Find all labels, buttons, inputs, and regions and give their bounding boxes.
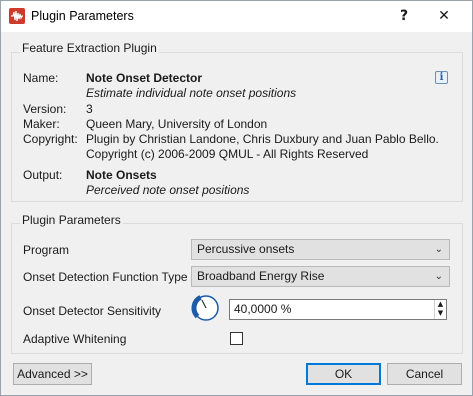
sensitivity-knob[interactable] xyxy=(191,291,221,323)
copyright-line-2: Copyright (c) 2006-2009 QMUL - All Right… xyxy=(86,147,369,161)
chevron-down-icon: ⌄ xyxy=(434,244,443,255)
feature-group-title: Feature Extraction Plugin xyxy=(20,41,159,55)
odf-type-label: Onset Detection Function Type xyxy=(23,270,188,284)
plugin-parameters-dialog: Plugin Parameters ? ✕ Feature Extraction… xyxy=(0,0,473,396)
odf-type-selected-value: Broadband Energy Rise xyxy=(197,269,325,283)
adaptive-whitening-label: Adaptive Whitening xyxy=(23,332,127,346)
program-label: Program xyxy=(23,243,70,257)
output-description: Perceived note onset positions xyxy=(86,183,250,197)
output-label: Output: xyxy=(23,168,63,182)
help-button[interactable]: ? xyxy=(391,5,417,27)
version-label: Version: xyxy=(23,102,67,116)
sensitivity-spinbox[interactable]: 40,0000 % ▲ ▼ xyxy=(229,299,447,320)
close-button[interactable]: ✕ xyxy=(431,5,457,27)
sensitivity-value: 40,0000 % xyxy=(234,302,292,316)
params-group-title: Plugin Parameters xyxy=(20,213,123,227)
window-title: Plugin Parameters xyxy=(31,9,134,23)
info-icon[interactable]: i xyxy=(435,71,448,84)
maker-value: Queen Mary, University of London xyxy=(86,117,268,131)
copyright-line-1: Plugin by Christian Landone, Chris Duxbu… xyxy=(86,132,439,146)
spin-down-icon[interactable]: ▼ xyxy=(435,309,446,318)
program-selected-value: Percussive onsets xyxy=(197,242,295,256)
ok-button[interactable]: OK xyxy=(306,363,381,385)
plugin-description: Estimate individual note onset positions xyxy=(86,86,297,100)
spin-up-icon[interactable]: ▲ xyxy=(435,300,446,309)
chevron-down-icon: ⌄ xyxy=(434,271,443,282)
maker-label: Maker: xyxy=(23,117,60,131)
plugin-name: Note Onset Detector xyxy=(86,71,203,85)
copyright-label: Copyright: xyxy=(23,132,78,146)
waveform-app-icon xyxy=(9,8,25,24)
title-bar[interactable]: Plugin Parameters ? ✕ xyxy=(1,1,472,32)
advanced-button[interactable]: Advanced >> xyxy=(13,363,92,385)
spin-buttons: ▲ ▼ xyxy=(434,300,446,319)
cancel-button[interactable]: Cancel xyxy=(387,363,462,385)
sensitivity-label: Onset Detector Sensitivity xyxy=(23,304,162,318)
program-dropdown[interactable]: Percussive onsets ⌄ xyxy=(191,239,450,260)
odf-type-dropdown[interactable]: Broadband Energy Rise ⌄ xyxy=(191,266,450,287)
adaptive-whitening-checkbox[interactable] xyxy=(230,332,243,345)
name-label: Name: xyxy=(23,71,59,85)
version-value: 3 xyxy=(86,102,93,116)
output-name: Note Onsets xyxy=(86,168,157,182)
